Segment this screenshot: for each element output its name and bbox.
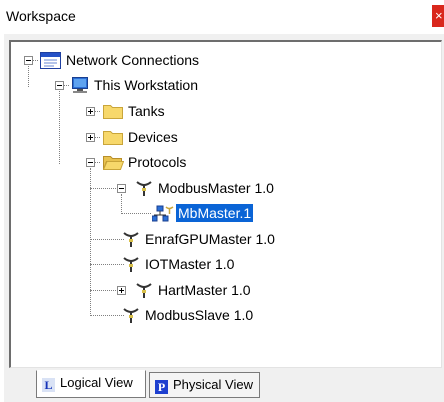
workstation-icon bbox=[71, 76, 89, 94]
network-connections-icon bbox=[40, 52, 61, 69]
tab-logical-view[interactable]: L Logical View bbox=[36, 370, 146, 398]
collapse-modbus-master[interactable] bbox=[117, 184, 126, 193]
tree-line bbox=[90, 168, 91, 316]
tree-line bbox=[90, 239, 124, 240]
collapse-protocols[interactable] bbox=[86, 158, 95, 167]
protocol-icon bbox=[135, 282, 153, 299]
tree-line bbox=[90, 315, 124, 316]
tree-item-hart-master[interactable]: HartMaster 1.0 bbox=[158, 281, 251, 299]
network-node-icon bbox=[151, 205, 174, 222]
tree-line bbox=[121, 194, 122, 214]
tree-item-mb-master[interactable]: MbMaster.1 bbox=[174, 203, 255, 223]
protocol-icon bbox=[122, 307, 140, 324]
tree-item-this-workstation[interactable]: This Workstation bbox=[94, 76, 198, 94]
tree-line bbox=[28, 66, 29, 87]
tree-line bbox=[121, 213, 151, 214]
protocol-icon bbox=[122, 256, 140, 273]
folder-icon bbox=[103, 129, 123, 145]
tree-item-iot-master[interactable]: IOTMaster 1.0 bbox=[145, 255, 234, 273]
tree-item-network-connections[interactable]: Network Connections bbox=[66, 51, 199, 69]
physical-view-icon: P bbox=[155, 380, 168, 394]
expand-hart-master[interactable] bbox=[117, 286, 126, 295]
tab-logical-view-label: Logical View bbox=[60, 375, 133, 390]
folder-icon bbox=[103, 103, 123, 119]
expand-devices[interactable] bbox=[86, 133, 95, 142]
tree-line bbox=[59, 91, 60, 164]
tree-item-modbus-master[interactable]: ModbusMaster 1.0 bbox=[158, 179, 274, 197]
tree-line bbox=[90, 264, 124, 265]
expand-tanks[interactable] bbox=[86, 107, 95, 116]
collapse-this-workstation[interactable] bbox=[55, 81, 64, 90]
collapse-network-connections[interactable] bbox=[24, 56, 33, 65]
tab-physical-view[interactable]: P Physical View bbox=[149, 372, 260, 398]
tree-view[interactable]: Network Connections This Workstation Tan… bbox=[9, 40, 442, 368]
open-folder-icon bbox=[102, 154, 125, 170]
protocol-icon bbox=[135, 180, 153, 197]
close-button[interactable]: × bbox=[432, 5, 444, 27]
protocol-icon bbox=[122, 231, 140, 248]
logical-view-icon: L bbox=[42, 378, 55, 392]
tree-item-protocols[interactable]: Protocols bbox=[128, 153, 186, 171]
tree-item-enraf-gpu-master[interactable]: EnrafGPUMaster 1.0 bbox=[145, 230, 275, 248]
tree-item-devices[interactable]: Devices bbox=[128, 128, 178, 146]
tree-item-tanks[interactable]: Tanks bbox=[128, 102, 165, 120]
tab-physical-view-label: Physical View bbox=[173, 377, 253, 392]
workspace-title: Workspace bbox=[6, 8, 76, 24]
tree-item-modbus-slave[interactable]: ModbusSlave 1.0 bbox=[145, 306, 253, 324]
